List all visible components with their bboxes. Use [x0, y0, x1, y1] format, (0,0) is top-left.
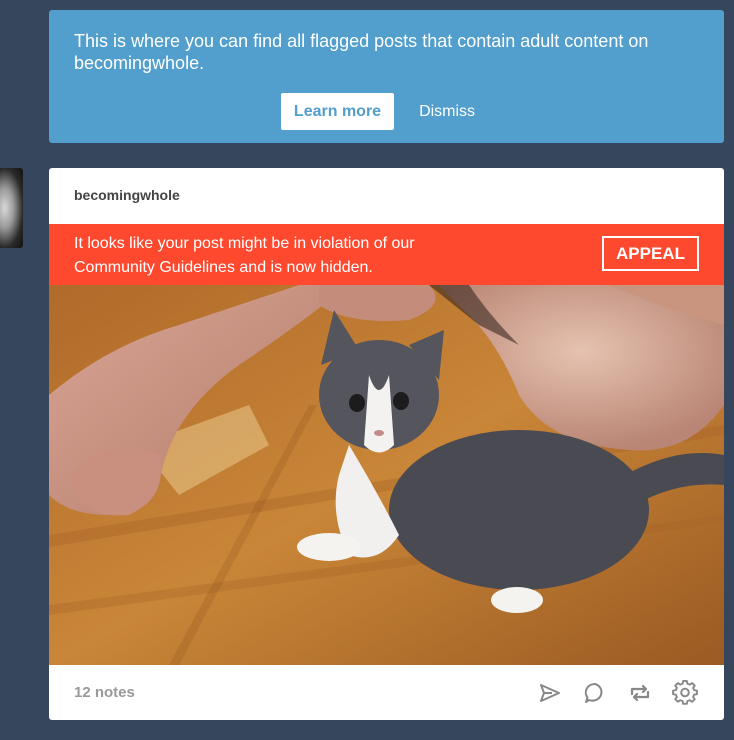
reply-icon[interactable] [581, 679, 609, 707]
banner-actions: Learn more Dismiss [49, 93, 724, 130]
violation-notice: It looks like your post might be in viol… [49, 224, 724, 285]
banner-message: This is where you can find all flagged p… [74, 31, 649, 73]
kitten-photo [49, 285, 724, 665]
post-photo[interactable] [49, 285, 724, 665]
appeal-button[interactable]: APPEAL [602, 236, 699, 271]
violation-message: It looks like your post might be in viol… [74, 235, 415, 276]
post-card: becomingwhole It looks like your post mi… [49, 168, 724, 720]
post-footer: 12 notes [49, 665, 724, 720]
post-actions [519, 679, 699, 707]
flagged-posts-banner: This is where you can find all flagged p… [49, 10, 724, 143]
share-icon[interactable] [536, 679, 564, 707]
reblog-icon[interactable] [626, 679, 654, 707]
settings-icon[interactable] [671, 679, 699, 707]
post-blog-name[interactable]: becomingwhole [74, 187, 180, 203]
notes-count[interactable]: 12 notes [74, 684, 135, 701]
dismiss-button[interactable]: Dismiss [419, 103, 475, 121]
post-header: becomingwhole [49, 168, 724, 224]
blog-avatar[interactable] [0, 168, 23, 248]
learn-more-button[interactable]: Learn more [280, 93, 395, 130]
